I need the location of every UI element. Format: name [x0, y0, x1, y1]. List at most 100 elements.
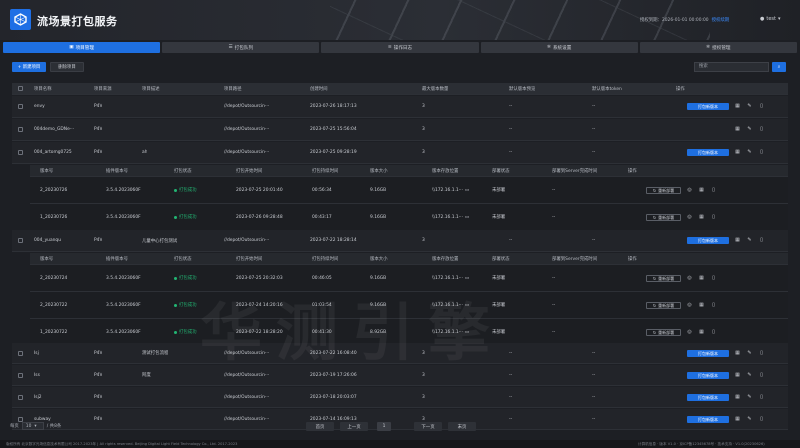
settings-icon[interactable]: ◎ [687, 303, 692, 308]
qrcode-icon[interactable]: ▦ [699, 188, 704, 193]
pack-new-version-button[interactable]: 打包新版本 [687, 372, 729, 379]
new-project-button[interactable]: + 新建项目 [12, 62, 46, 72]
page-number[interactable]: 1 [377, 422, 391, 431]
version-row[interactable]: 2_20230726 3.5.4.2023060F 打包成功 2023-07-2… [30, 177, 788, 204]
table-row[interactable]: 004_yuanqu P4V 儿童中心打包测试 //depot/Outsourc… [12, 230, 788, 252]
pack-new-version-button[interactable]: 打包新版本 [687, 350, 729, 357]
col-plugin-version: 插件版本号 [106, 168, 128, 174]
qrcode-icon[interactable]: ▦ [735, 150, 740, 155]
edit-icon[interactable]: ✎ [747, 104, 752, 109]
edit-icon[interactable]: ✎ [747, 238, 752, 243]
delete-icon[interactable]: ▯ [759, 150, 764, 155]
table-row[interactable]: Isj2 P4V //depot/Outsourcin··· 2023-07-1… [12, 387, 788, 408]
table-row[interactable]: envy P4V //depot/Outsourcin··· 2023-07-2… [12, 96, 788, 118]
qrcode-icon[interactable]: ▦ [735, 417, 740, 422]
version-row[interactable]: 2_20230724 3.5.4.2023060F 打包成功 2023-07-2… [30, 265, 788, 292]
table-row[interactable]: 004_artomg0725 P4V ah //depot/Outsourcin… [12, 142, 788, 164]
copy-icon[interactable]: ▭ [465, 276, 469, 281]
row-checkbox[interactable] [18, 373, 23, 378]
delete-icon[interactable]: ▯ [759, 395, 764, 400]
edit-icon[interactable]: ✎ [747, 417, 752, 422]
tab-license-management[interactable]: ✲ 授权管理 [639, 42, 798, 53]
delete-project-button[interactable]: 删除项目 [50, 62, 84, 72]
qrcode-icon[interactable]: ▦ [735, 373, 740, 378]
row-checkbox[interactable] [18, 104, 23, 109]
pack-new-version-button[interactable]: 打包新版本 [687, 237, 729, 244]
row-checkbox[interactable] [18, 395, 23, 400]
delete-icon[interactable]: ▯ [759, 104, 764, 109]
license-renew-link[interactable]: 授权续期 [712, 18, 730, 23]
qrcode-icon[interactable]: ▦ [735, 395, 740, 400]
next-page-button[interactable]: 下一页 [414, 422, 442, 431]
row-checkbox[interactable] [18, 127, 23, 132]
table-row[interactable]: Isj P4V 测试打包流程 //depot/Outsourcin··· 202… [12, 343, 788, 364]
search-button[interactable]: ⌕ [772, 62, 786, 72]
delete-icon[interactable]: ▯ [759, 373, 764, 378]
prev-page-button[interactable]: 上一页 [340, 422, 368, 431]
delete-icon[interactable]: ▯ [759, 127, 764, 132]
qrcode-icon[interactable]: ▦ [735, 238, 740, 243]
qrcode-icon[interactable]: ▦ [735, 127, 740, 132]
row-checkbox[interactable] [18, 351, 23, 356]
delete-icon[interactable]: ▯ [759, 351, 764, 356]
pack-new-version-button[interactable]: 打包新版本 [687, 394, 729, 401]
edit-icon[interactable]: ✎ [747, 351, 752, 356]
settings-icon[interactable]: ◎ [687, 215, 692, 220]
copy-icon[interactable]: ▭ [465, 330, 469, 335]
version-row[interactable]: 1_20230726 3.5.4.2023060F 打包成功 2023-07-2… [30, 204, 788, 231]
copy-icon[interactable]: ▭ [465, 303, 469, 308]
copy-icon[interactable]: ▭ [465, 188, 469, 193]
edit-icon[interactable]: ✎ [747, 127, 752, 132]
settings-icon[interactable]: ◎ [687, 276, 692, 281]
edit-icon[interactable]: ✎ [747, 395, 752, 400]
deploy-status: 未部署 [492, 188, 506, 193]
delete-icon[interactable]: ▯ [711, 215, 716, 220]
row-checkbox[interactable] [18, 238, 23, 243]
table-row[interactable]: 004demo_GDNe··· P4V //depot/Outsourcin··… [12, 119, 788, 141]
page-size-control: 每页 10 ▾ / 共8条 [10, 422, 62, 430]
pack-new-version-button[interactable]: 打包新版本 [687, 149, 729, 156]
qrcode-icon[interactable]: ▦ [735, 104, 740, 109]
row-checkbox[interactable] [18, 150, 23, 155]
settings-icon[interactable]: ◎ [687, 188, 692, 193]
first-page-button[interactable]: 首页 [306, 422, 334, 431]
edit-icon[interactable]: ✎ [747, 150, 752, 155]
tab-pack-queue[interactable]: ☰ 打包队列 [162, 42, 320, 53]
redeploy-button[interactable]: ↻ 重新部署 [646, 329, 681, 336]
search-input[interactable]: 搜索 [694, 62, 769, 72]
redeploy-button[interactable]: ↻ 重新部署 [646, 275, 681, 282]
redeploy-button[interactable]: ↻ 重新部署 [646, 214, 681, 221]
delete-icon[interactable]: ▯ [711, 330, 716, 335]
copy-icon[interactable]: ▭ [465, 215, 469, 220]
edit-icon[interactable]: ✎ [747, 373, 752, 378]
version-row[interactable]: 2_20230722 3.5.4.2023060F 打包成功 2023-07-2… [30, 292, 788, 319]
table-row[interactable]: Iss P4V 阿度 //depot/Outsourcin··· 2023-07… [12, 365, 788, 386]
qrcode-icon[interactable]: ▦ [699, 303, 704, 308]
pack-new-version-button[interactable]: 打包新版本 [687, 416, 729, 423]
delete-icon[interactable]: ▯ [711, 188, 716, 193]
page-size-select[interactable]: 10 ▾ [21, 422, 44, 430]
delete-icon[interactable]: ▯ [759, 417, 764, 422]
settings-icon[interactable]: ◎ [687, 330, 692, 335]
user-menu[interactable]: ● test ▾ [760, 16, 781, 22]
version-row[interactable]: 1_20230722 3.5.4.2023060F 打包成功 2023-07-2… [30, 319, 788, 346]
user-icon: ● [760, 16, 765, 22]
tab-operation-log[interactable]: ≡ 操作日志 [321, 42, 479, 53]
redeploy-button[interactable]: ↻ 重新部署 [646, 187, 681, 194]
tab-project-management[interactable]: ▣ 项目管理 [3, 42, 161, 53]
delete-icon[interactable]: ▯ [711, 276, 716, 281]
table-row[interactable]: subway P4V //depot/Outsourcin··· 2023-07… [12, 409, 788, 430]
last-page-button[interactable]: 末页 [448, 422, 476, 431]
qrcode-icon[interactable]: ▦ [699, 330, 704, 335]
tab-system-settings[interactable]: ✲ 系统设置 [480, 42, 638, 53]
delete-icon[interactable]: ▯ [711, 303, 716, 308]
version-size: 9.16GB [370, 275, 387, 281]
qrcode-icon[interactable]: ▦ [699, 276, 704, 281]
refresh-icon: ↻ [652, 276, 657, 281]
select-all-checkbox[interactable] [18, 86, 23, 91]
delete-icon[interactable]: ▯ [759, 238, 764, 243]
qrcode-icon[interactable]: ▦ [735, 351, 740, 356]
qrcode-icon[interactable]: ▦ [699, 215, 704, 220]
redeploy-button[interactable]: ↻ 重新部署 [646, 302, 681, 309]
pack-new-version-button[interactable]: 打包新版本 [687, 103, 729, 110]
